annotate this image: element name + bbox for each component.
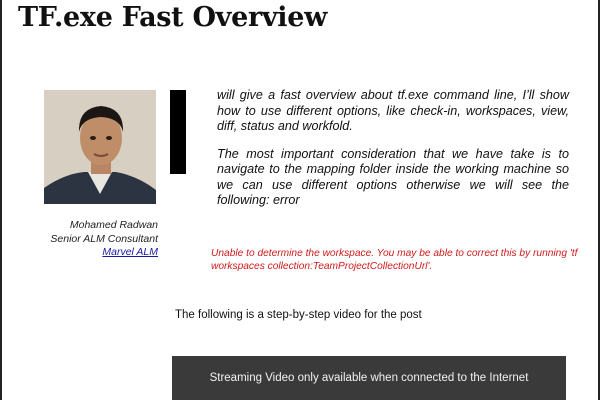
author-role: Senior ALM Consultant xyxy=(50,232,158,245)
author-company-link[interactable]: Marvel ALM xyxy=(102,246,158,258)
paragraph-consideration: The most important consideration that we… xyxy=(217,146,569,208)
post-title: TF.exe Fast Overview xyxy=(18,2,328,33)
author-photo xyxy=(44,90,156,204)
page-border-left xyxy=(0,0,2,400)
author-name: Mohamed Radwan xyxy=(69,219,158,231)
error-message: Unable to determine the workspace. You m… xyxy=(211,248,578,272)
video-player-placeholder[interactable]: Streaming Video only available when conn… xyxy=(172,356,566,400)
post-body: will give a fast overview about tf.exe c… xyxy=(217,88,569,221)
author-caption: Mohamed Radwan Senior ALM Consultant Mar… xyxy=(20,219,158,260)
video-placeholder-text: Streaming Video only available when conn… xyxy=(209,372,529,384)
video-intro-text: The following is a step-by-step video fo… xyxy=(175,309,422,321)
drop-cap-letter xyxy=(170,90,186,174)
paragraph-intro: will give a fast overview about tf.exe c… xyxy=(217,88,569,133)
